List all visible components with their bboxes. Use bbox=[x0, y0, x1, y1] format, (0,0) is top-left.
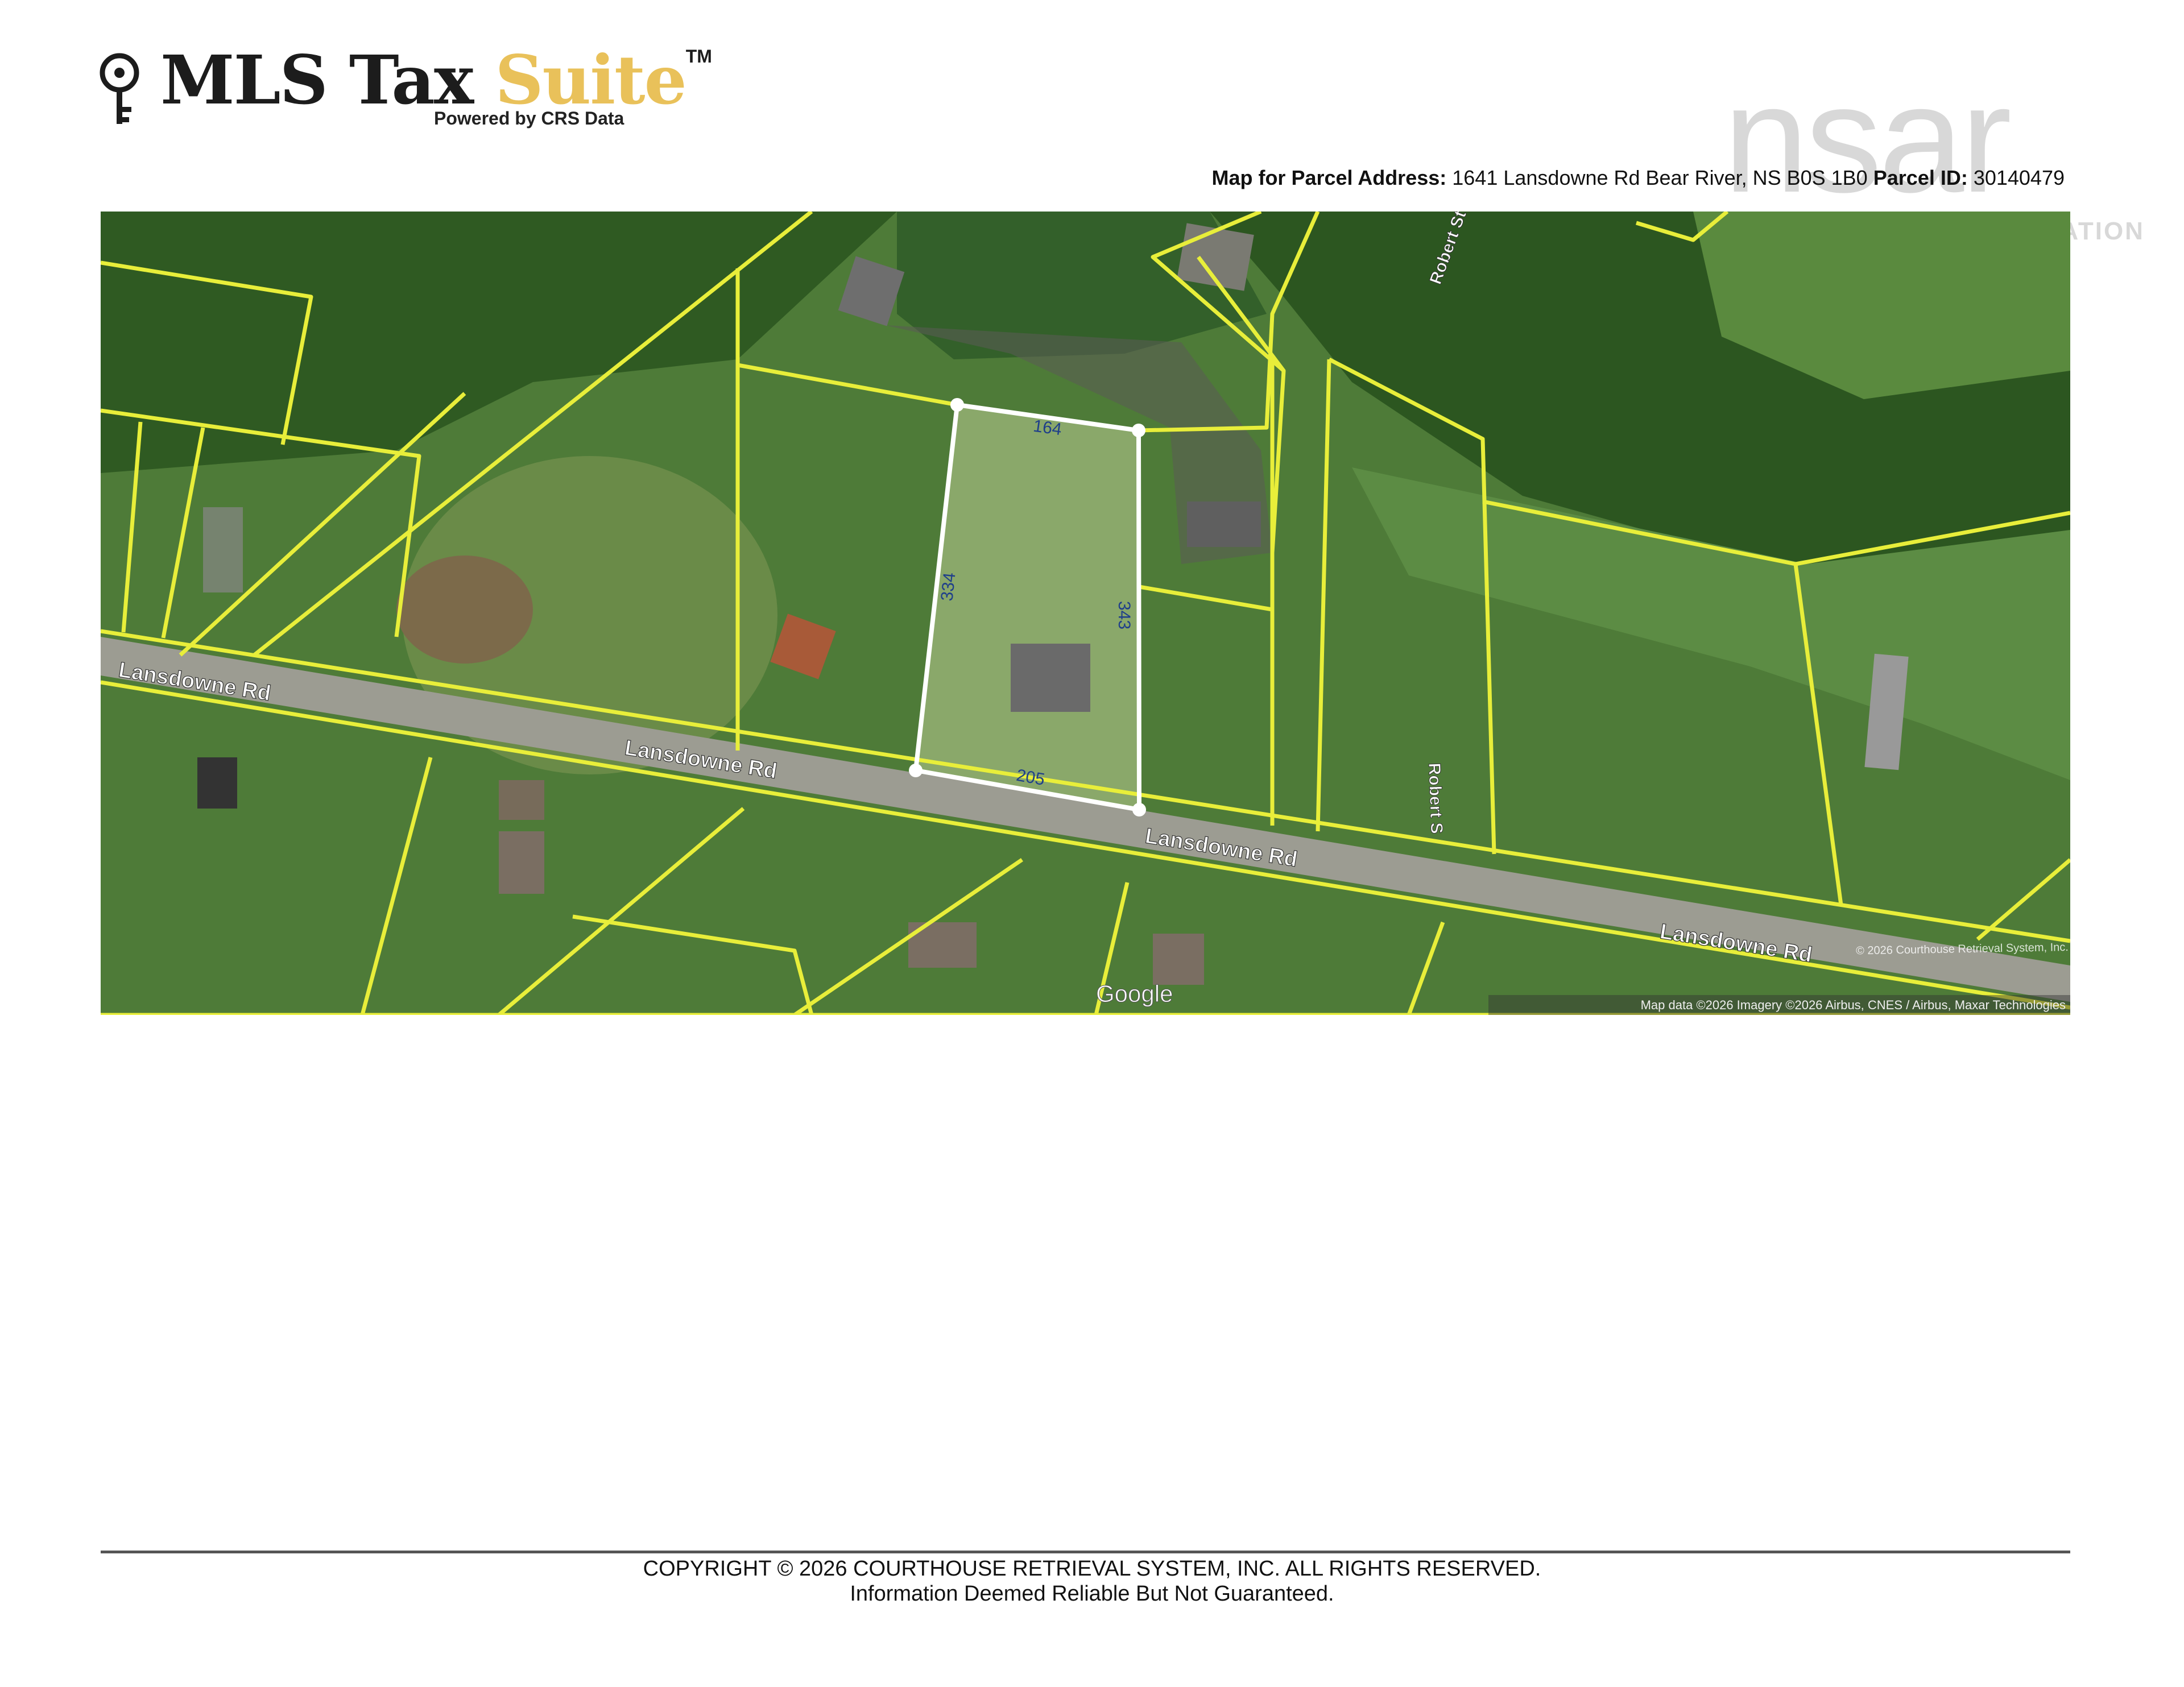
google-logo: Google bbox=[1096, 980, 1173, 1007]
building-2 bbox=[1187, 501, 1261, 547]
parcel-id-label: Parcel ID: bbox=[1873, 166, 1968, 189]
footer-divider bbox=[101, 1551, 2070, 1553]
address-label: Map for Parcel Address: bbox=[1211, 166, 1447, 189]
parcel-address: 1641 Lansdowne Rd Bear River, NS B0S 1B0 bbox=[1452, 166, 1868, 189]
street-label-robert-bottom: Robert S bbox=[1425, 762, 1446, 834]
footer-copyright: COPYRIGHT © 2026 COURTHOUSE RETRIEVAL SY… bbox=[643, 1557, 1541, 1581]
logo-subtitle: Powered by CRS Data bbox=[434, 108, 624, 129]
building-11 bbox=[203, 507, 243, 592]
building-5 bbox=[1011, 644, 1090, 712]
location-key-icon bbox=[100, 53, 139, 124]
footer-disclaimer: Information Deemed Reliable But Not Guar… bbox=[850, 1582, 1334, 1606]
dirt-patch-left bbox=[396, 556, 533, 664]
mls-tax-suite-logo: MLS Tax SuiteTM Powered by CRS Data bbox=[97, 40, 712, 136]
parcel-id: 30140479 bbox=[1973, 166, 2065, 189]
dimension-top: 164 bbox=[1032, 417, 1063, 440]
dimension-right: 343 bbox=[1115, 601, 1134, 629]
dimension-left: 334 bbox=[937, 571, 959, 602]
building-7 bbox=[499, 780, 544, 820]
building-6 bbox=[197, 757, 237, 809]
map-attribution[interactable]: Map data ©2026 Imagery ©2026 Airbus, CNE… bbox=[1641, 998, 2066, 1012]
watermark-wordmark: nsar bbox=[1723, 53, 2012, 225]
map-canvas[interactable]: 164 334 343 205 Lansdowne Rd Lansdowne R… bbox=[101, 212, 2070, 1015]
logo-text-main: MLS Tax bbox=[160, 40, 474, 119]
trademark-mark: TM bbox=[685, 46, 712, 67]
building-12 bbox=[1153, 934, 1204, 985]
parcel-map[interactable]: 164 334 343 205 Lansdowne Rd Lansdowne R… bbox=[101, 212, 2070, 1015]
parcel-header: Map for Parcel Address: 1641 Lansdowne R… bbox=[1211, 166, 2065, 190]
building-8 bbox=[499, 831, 544, 894]
